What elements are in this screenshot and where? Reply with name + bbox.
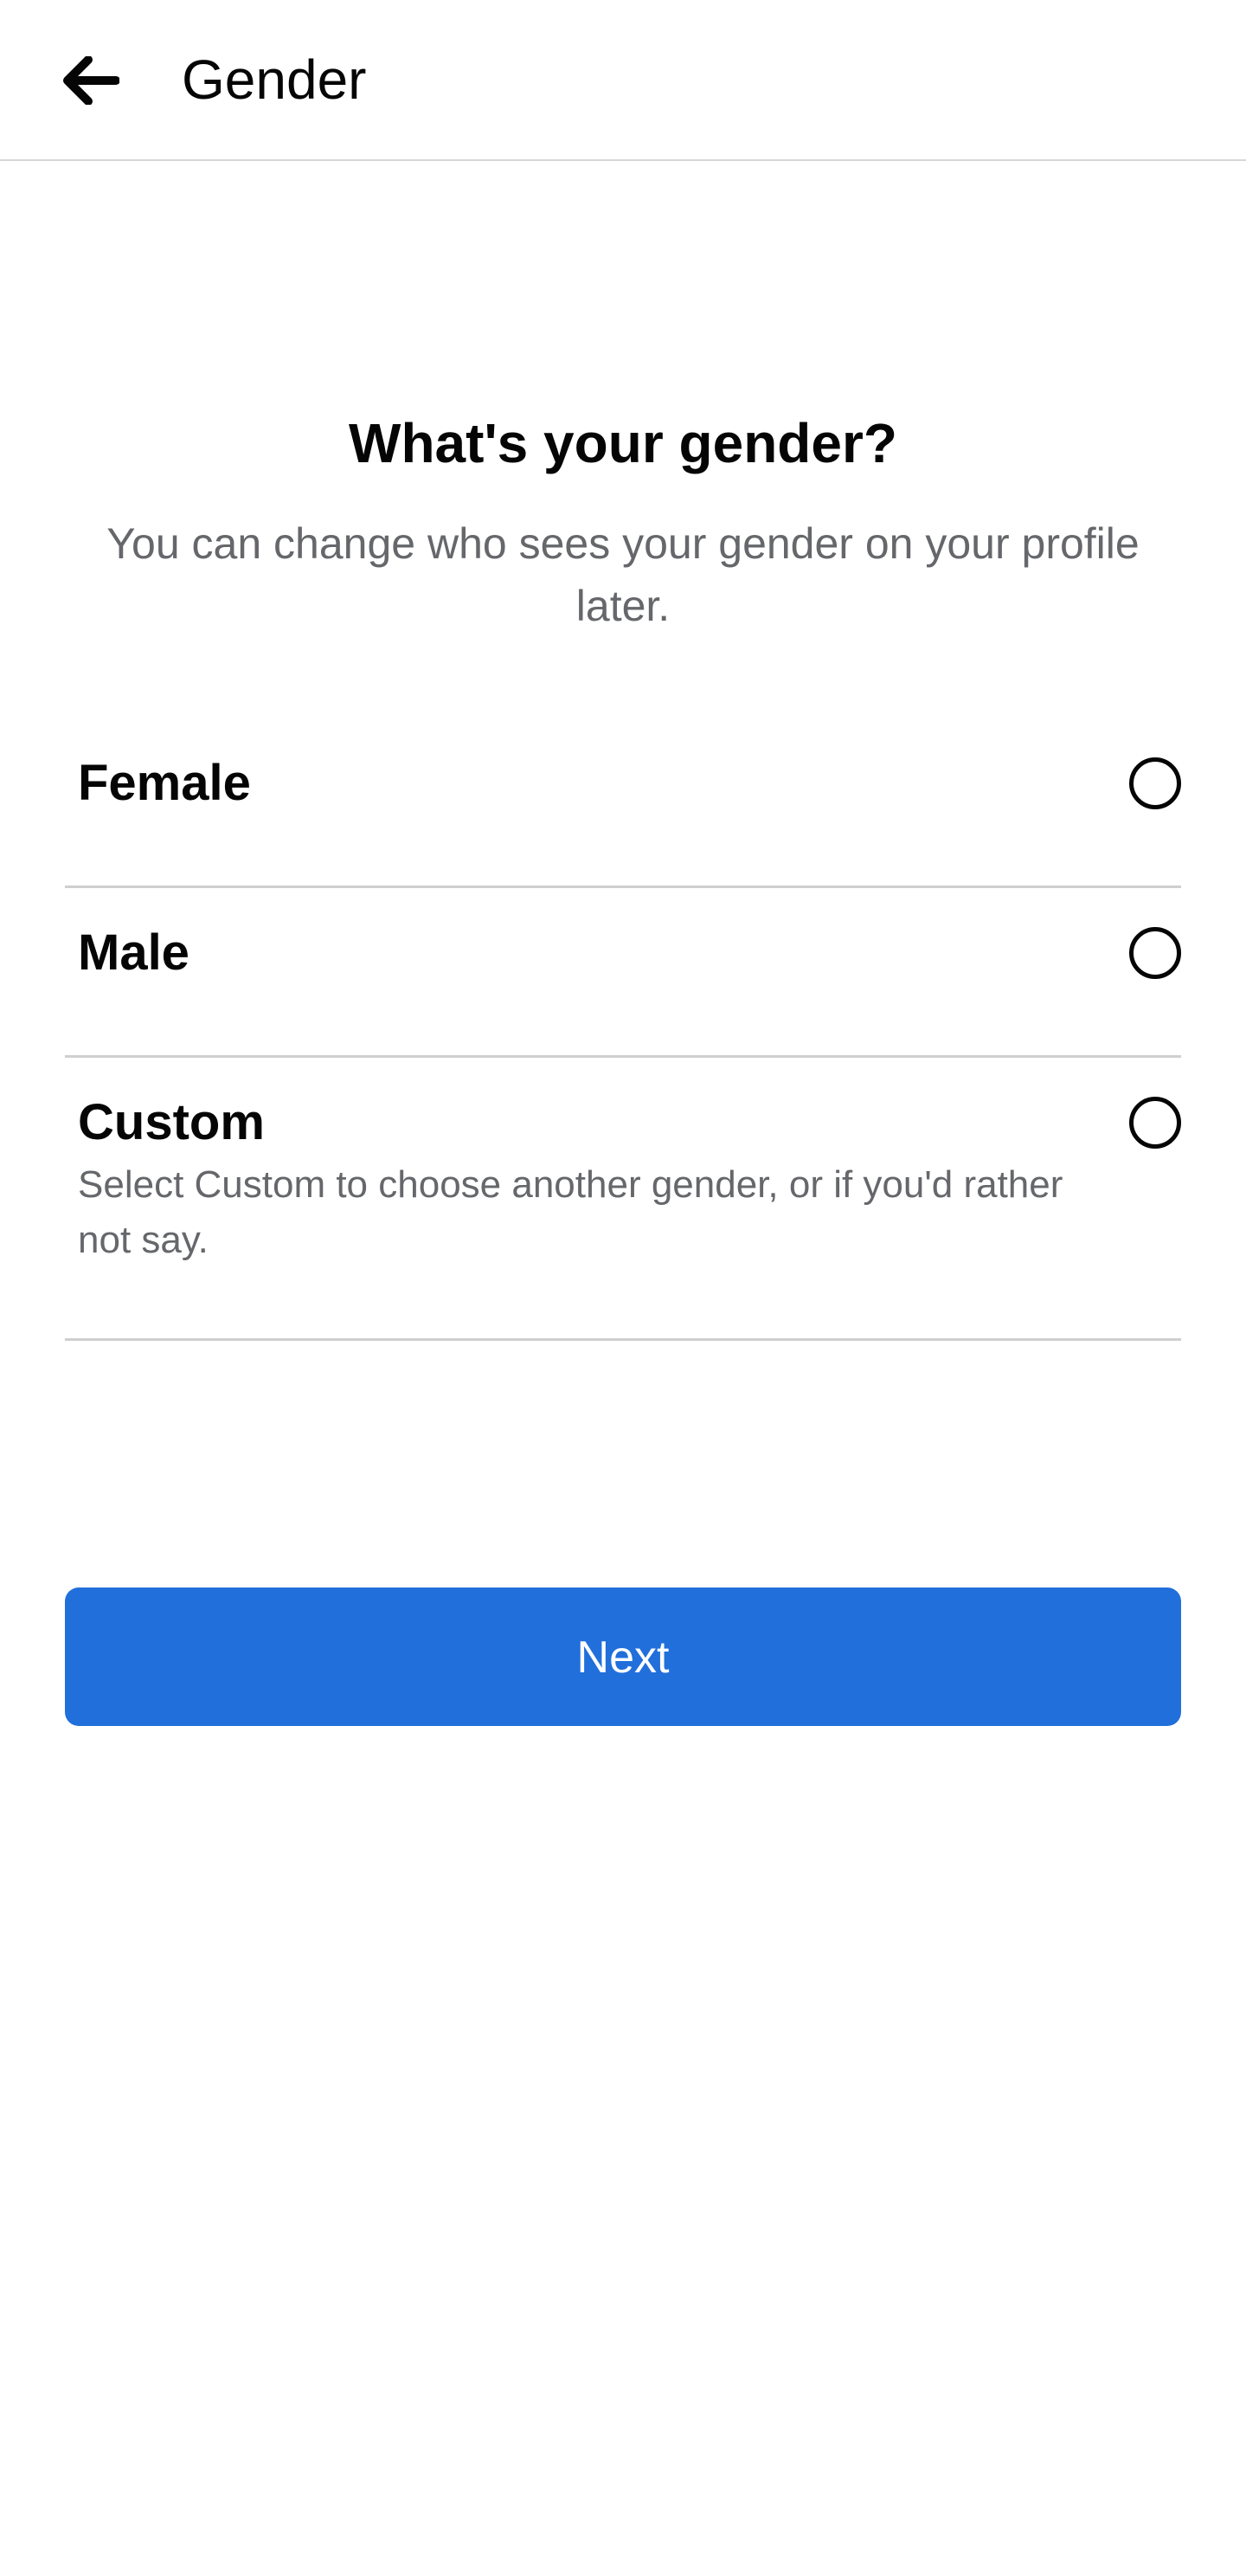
next-button[interactable]: Next: [65, 1587, 1181, 1726]
radio-custom[interactable]: [1129, 1097, 1181, 1149]
option-custom[interactable]: Custom Select Custom to choose another g…: [65, 1058, 1181, 1341]
top-bar: Gender: [0, 0, 1246, 161]
option-label: Male: [78, 924, 189, 981]
gender-options: Female Male Custom Select Custom to choo…: [65, 718, 1181, 1341]
back-button[interactable]: [52, 42, 130, 119]
option-label: Custom: [78, 1094, 265, 1150]
gender-screen: Gender What's your gender? You can chang…: [0, 0, 1246, 2576]
radio-male[interactable]: [1129, 927, 1181, 979]
arrow-left-icon: [63, 56, 119, 105]
option-female[interactable]: Female: [65, 718, 1181, 888]
option-label: Female: [78, 755, 251, 811]
question-title: What's your gender?: [349, 412, 897, 474]
option-male[interactable]: Male: [65, 888, 1181, 1058]
page-title: Gender: [182, 48, 367, 111]
question-subtitle: You can change who sees your gender on y…: [106, 519, 1140, 630]
radio-female[interactable]: [1129, 757, 1181, 809]
option-description: Select Custom to choose another gender, …: [78, 1163, 1063, 1261]
